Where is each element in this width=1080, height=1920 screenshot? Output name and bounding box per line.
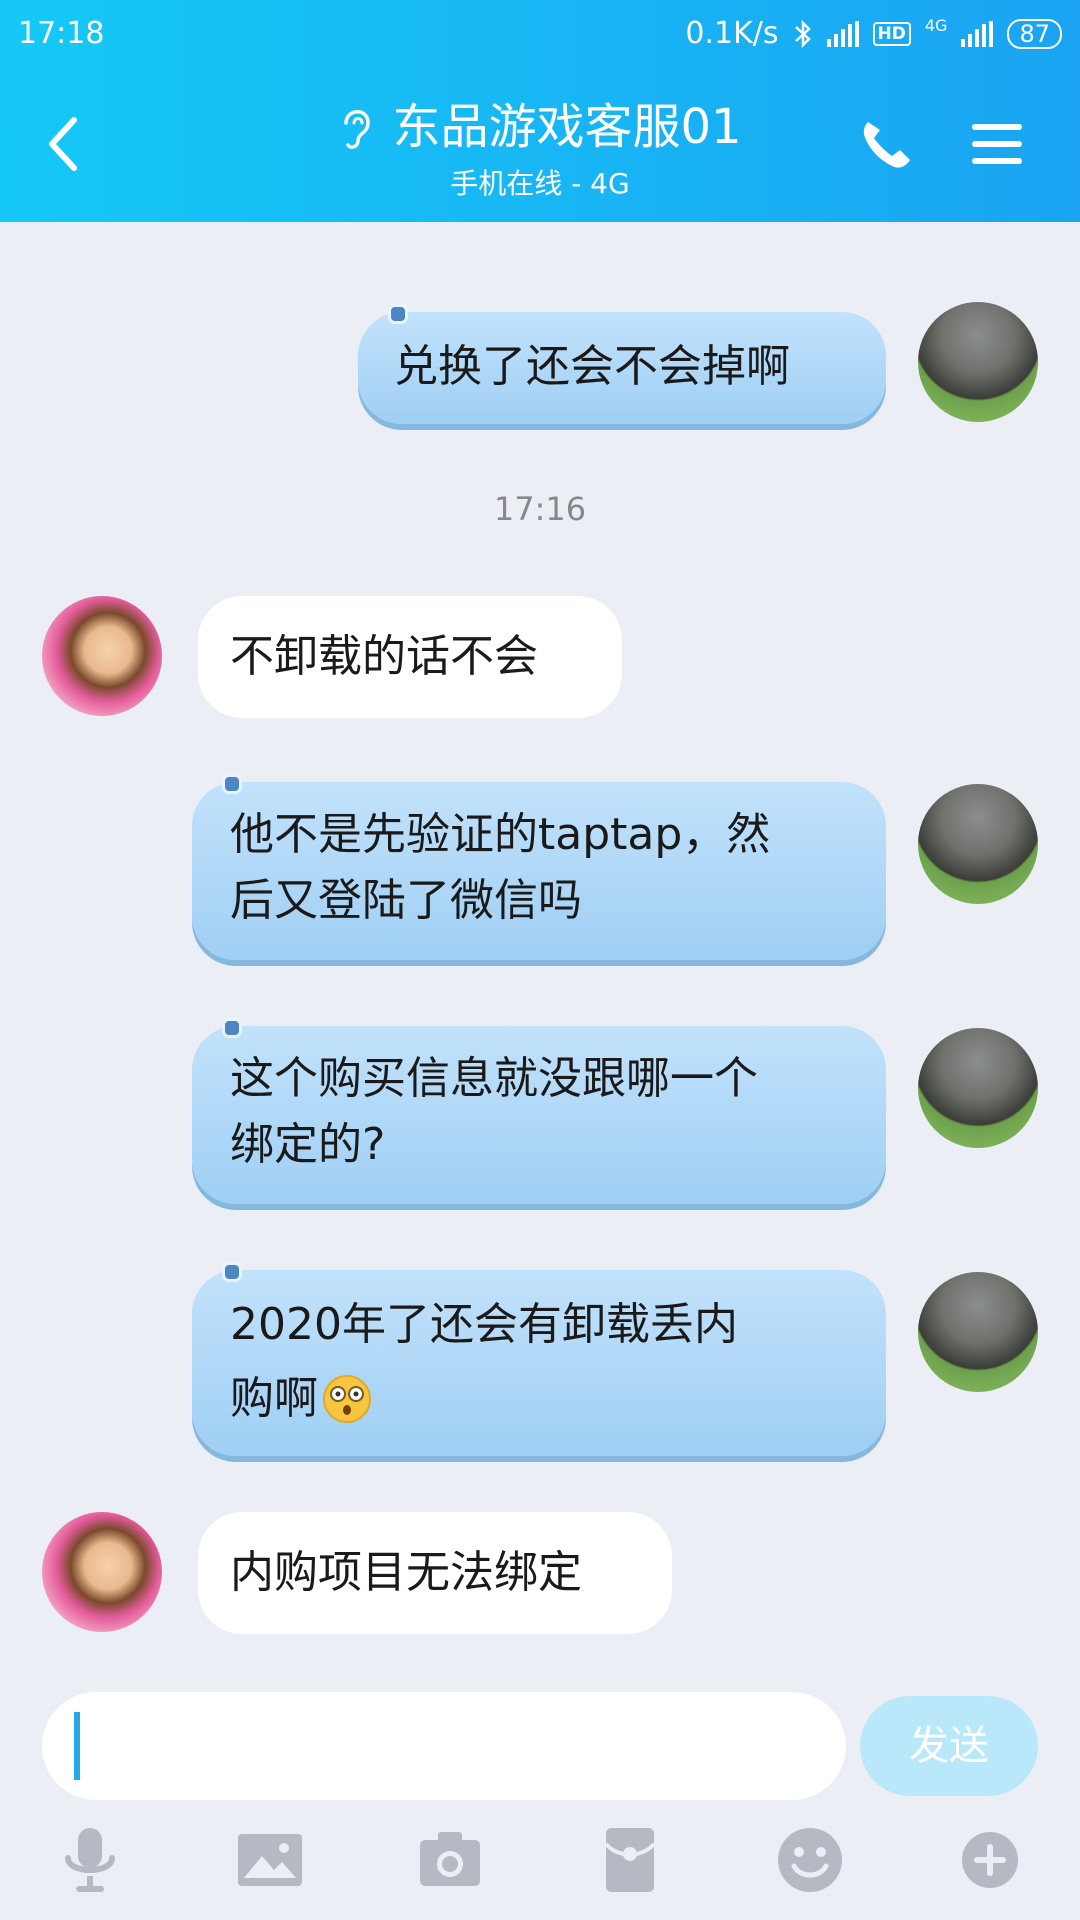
phone-icon[interactable] — [858, 116, 914, 172]
message-bubble[interactable]: 2020年了还会有卸载丢内 购啊 — [192, 1262, 886, 1456]
my-avatar[interactable] — [918, 1272, 1038, 1392]
message-text: 内购项目无法绑定 — [230, 1547, 582, 1598]
message-outgoing: 兑换了还会不会掉啊 — [0, 302, 1080, 442]
message-input[interactable] — [42, 1692, 846, 1800]
message-bubble[interactable]: 内购项目无法绑定 — [198, 1512, 672, 1634]
status-time: 17:18 — [18, 16, 105, 51]
message-bubble[interactable]: 这个购买信息就没跟哪一个 绑定的? — [192, 1018, 886, 1204]
bubble-decoration — [222, 774, 242, 794]
contact-status: 手机在线 - 4G — [450, 167, 630, 200]
message-timestamp: 17:16 — [493, 490, 587, 528]
message-outgoing: 2020年了还会有卸载丢内 购啊 — [0, 1262, 1080, 1460]
message-bubble[interactable]: 不卸载的话不会 — [198, 596, 622, 718]
title-block: 东品游戏客服01 手机在线 - 4G — [0, 98, 1080, 202]
message-text-line: 他不是先验证的taptap，然 — [230, 809, 771, 860]
chat-header: 17:18 0.1K/s HD 4G 87 东品游戏客服01 手机在线 - 4G — [0, 0, 1080, 222]
agent-avatar[interactable] — [42, 596, 162, 716]
message-incoming: 不卸载的话不会 — [0, 596, 1080, 726]
battery-indicator: 87 — [1007, 18, 1062, 49]
message-text: 兑换了还会不会掉啊 — [394, 341, 790, 392]
message-text-line: 后又登陆了微信吗 — [230, 875, 582, 926]
signal-4g-icon — [961, 20, 994, 47]
astonished-emoji-icon — [323, 1375, 371, 1423]
input-toolbar — [0, 1824, 1080, 1914]
bubble-decoration — [222, 1262, 242, 1282]
message-text-line: 绑定的? — [230, 1119, 386, 1170]
bluetooth-icon — [794, 19, 811, 48]
ear-icon — [344, 110, 371, 149]
net-type: 4G — [924, 16, 948, 35]
agent-avatar[interactable] — [42, 1512, 162, 1632]
title-line: 东品游戏客服01 — [338, 98, 742, 156]
message-text-line: 2020年了还会有卸载丢内 — [230, 1299, 738, 1350]
red-packet-icon[interactable] — [594, 1824, 666, 1896]
title-row: 东品游戏客服01 手机在线 - 4G — [0, 92, 1080, 202]
message-bubble[interactable]: 兑换了还会不会掉啊 — [358, 304, 886, 424]
my-avatar[interactable] — [918, 1028, 1038, 1148]
page-title: 东品游戏客服01 — [392, 99, 742, 155]
my-avatar[interactable] — [918, 302, 1038, 422]
message-list[interactable]: 兑换了还会不会掉啊 17:16 不卸载的话不会 他不是先验证的taptap，然 … — [0, 222, 1080, 1682]
input-bar: 发送 — [0, 1682, 1080, 1920]
send-button[interactable]: 发送 — [860, 1696, 1038, 1796]
camera-icon[interactable] — [414, 1824, 486, 1896]
message-text-line: 购啊 — [230, 1373, 318, 1424]
message-bubble[interactable]: 他不是先验证的taptap，然 后又登陆了微信吗 — [192, 774, 886, 960]
image-icon[interactable] — [234, 1824, 306, 1896]
status-indicators: 0.1K/s HD 4G 87 — [685, 16, 1062, 51]
bubble-decoration — [388, 304, 408, 324]
plus-icon[interactable] — [954, 1824, 1026, 1896]
message-text-line-2: 购啊 — [230, 1366, 372, 1432]
microphone-icon[interactable] — [54, 1824, 126, 1896]
status-bar: 17:18 0.1K/s HD 4G 87 — [0, 0, 1080, 70]
message-incoming: 内购项目无法绑定 — [0, 1512, 1080, 1642]
message-outgoing: 这个购买信息就没跟哪一个 绑定的? — [0, 1018, 1080, 1206]
network-speed: 0.1K/s — [685, 16, 779, 51]
message-outgoing: 他不是先验证的taptap，然 后又登陆了微信吗 — [0, 774, 1080, 962]
bubble-decoration — [222, 1018, 242, 1038]
signal-icon — [826, 20, 859, 47]
my-avatar[interactable] — [918, 784, 1038, 904]
emoji-icon[interactable] — [774, 1824, 846, 1896]
text-caret — [74, 1712, 80, 1780]
hd-badge: HD — [872, 21, 911, 46]
menu-icon[interactable] — [970, 120, 1024, 168]
message-text: 不卸载的话不会 — [230, 631, 538, 682]
message-text-line: 这个购买信息就没跟哪一个 — [230, 1053, 758, 1104]
